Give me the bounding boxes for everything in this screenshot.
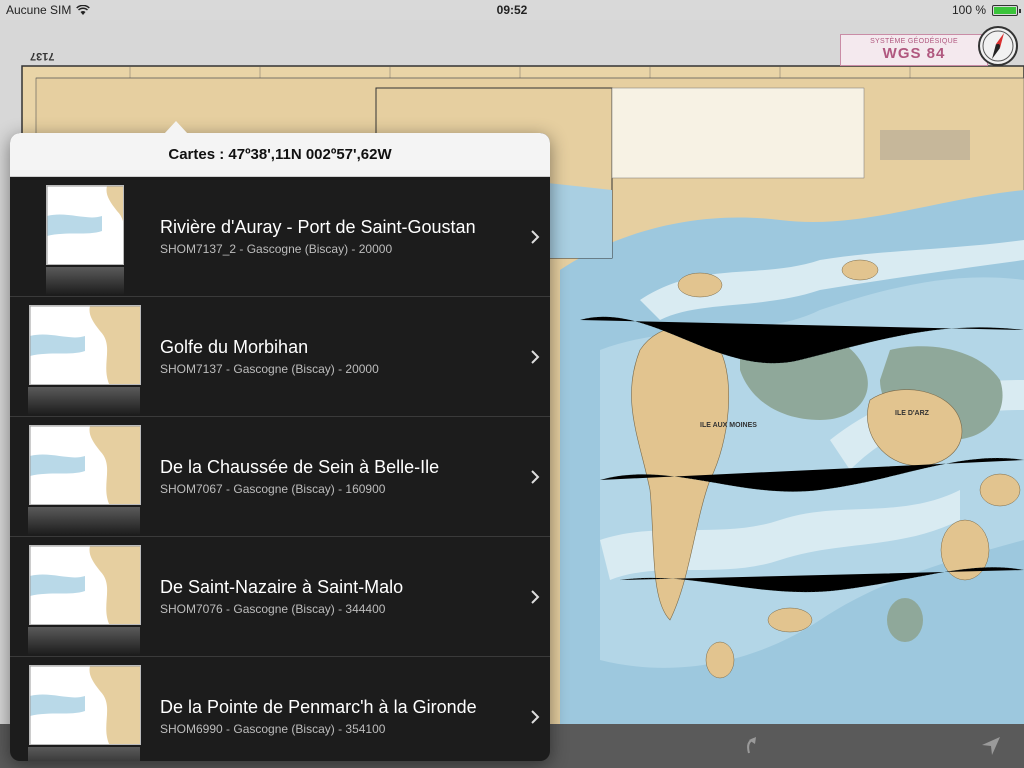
popover-title: Cartes : 47º38',11N 002º57',62W: [10, 133, 550, 177]
chart-thumbnail: [46, 184, 124, 265]
status-bar: Aucune SIM 09:52 100 %: [0, 0, 1024, 20]
battery-icon: [992, 4, 1021, 16]
thumbnail-reflection: [28, 627, 140, 655]
chart-list-item[interactable]: De la Pointe de Penmarc'h à la Gironde S…: [10, 657, 550, 761]
chevron-right-icon: [520, 589, 550, 604]
chart-title: Golfe du Morbihan: [160, 337, 309, 357]
chart-thumbnail: [29, 424, 141, 505]
datum-value: WGS 84: [882, 45, 946, 62]
chart-thumbnail: [29, 544, 141, 625]
location-arrow-icon[interactable]: [978, 733, 1004, 759]
chart-subtitle: SHOM6990 - Gascogne (Biscay) - 354100: [160, 722, 386, 736]
thumbnail-reflection: [28, 747, 140, 761]
chart-thumbnail: [29, 664, 141, 745]
thumbnail-reflection: [28, 507, 140, 535]
label-ile-d-arz: ILE D'ARZ: [895, 410, 929, 417]
return-arrow-icon[interactable]: [738, 733, 764, 759]
chart-title: Rivière d'Auray - Port de Saint-Goustan: [160, 217, 476, 237]
chart-subtitle: SHOM7067 - Gascogne (Biscay) - 160900: [160, 482, 386, 496]
chart-title: De la Pointe de Penmarc'h à la Gironde: [160, 697, 477, 717]
chart-list: Rivière d'Auray - Port de Saint-Goustan …: [10, 177, 550, 761]
thumbnail-reflection: [28, 387, 140, 415]
chart-subtitle: SHOM7137_2 - Gascogne (Biscay) - 20000: [160, 242, 393, 256]
label-ile-aux-moines: ILE AUX MOINES: [700, 422, 757, 429]
clock: 09:52: [496, 3, 528, 17]
wifi-icon: [76, 4, 91, 15]
popover-arrow: [164, 121, 188, 134]
chart-list-item[interactable]: De Saint-Nazaire à Saint-Malo SHOM7076 -…: [10, 537, 550, 657]
chart-title: De la Chaussée de Sein à Belle-Ile: [160, 457, 440, 477]
thumbnail-reflection: [46, 267, 124, 295]
chart-list-item[interactable]: Golfe du Morbihan SHOM7137 - Gascogne (B…: [10, 297, 550, 417]
chart-title: De Saint-Nazaire à Saint-Malo: [160, 577, 404, 597]
chevron-right-icon: [520, 229, 550, 244]
chart-thumbnail: [29, 304, 141, 385]
datum-small-label: SYSTÈME GÉODÉSIQUE: [870, 38, 958, 45]
chart-list-item[interactable]: Rivière d'Auray - Port de Saint-Goustan …: [10, 177, 550, 297]
chevron-right-icon: [520, 469, 550, 484]
chart-subtitle: SHOM7137 - Gascogne (Biscay) - 20000: [160, 362, 379, 376]
battery-percent: 100 %: [951, 3, 986, 17]
charts-popover: Cartes : 47º38',11N 002º57',62W Rivière …: [10, 133, 550, 761]
compass-icon[interactable]: [978, 26, 1018, 66]
chart-list-item[interactable]: De la Chaussée de Sein à Belle-Ile SHOM7…: [10, 417, 550, 537]
chevron-right-icon: [520, 349, 550, 364]
chart-number: 7137: [30, 50, 55, 62]
carrier-label: Aucune SIM: [6, 3, 72, 17]
chevron-right-icon: [520, 709, 550, 724]
datum-label: SYSTÈME GÉODÉSIQUE WGS 84: [840, 34, 988, 66]
chart-subtitle: SHOM7076 - Gascogne (Biscay) - 344400: [160, 602, 386, 616]
